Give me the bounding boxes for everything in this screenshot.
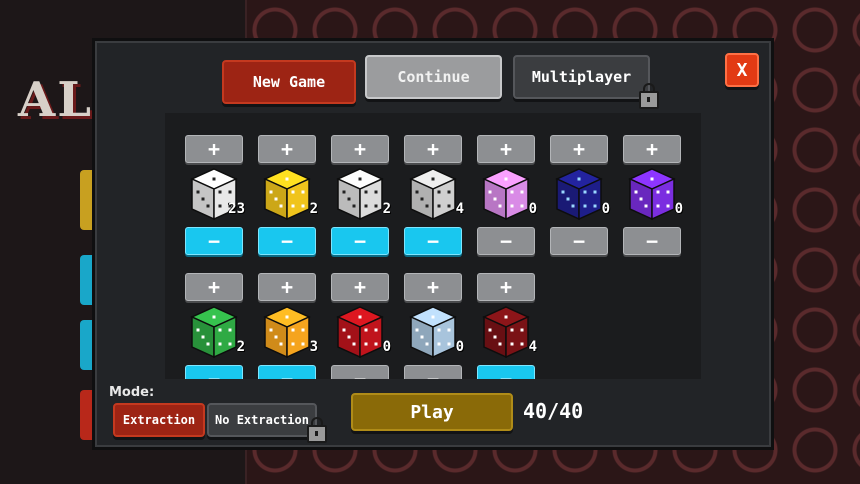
die-slot-purple-die: +0 − [623, 135, 683, 265]
remove-green-die-button[interactable]: − [185, 365, 243, 379]
multiplayer-button[interactable]: Multiplayer [513, 55, 650, 99]
die-slot-yellow-die: +2 − [258, 135, 318, 265]
remove-red-black-die-button[interactable]: − [331, 365, 389, 379]
pink-die-icon [482, 168, 530, 221]
add-dark-red-die-button[interactable]: + [477, 273, 535, 301]
green-die-icon [190, 306, 238, 359]
add-purple-die-button[interactable]: + [623, 135, 681, 163]
dice-selection-dialog: New Game Continue Multiplayer X +23− +2− +… [92, 38, 774, 450]
close-button[interactable]: X [725, 53, 759, 87]
remove-yellow-die-button[interactable]: − [258, 227, 316, 255]
die-slot-dark-red-die: +4 − [477, 273, 537, 379]
remove-galaxy-die-button[interactable]: − [550, 227, 608, 255]
die-slot-white-die: +23 − [185, 135, 245, 265]
remove-white-die-button[interactable]: − [185, 227, 243, 255]
die-count: 0 [674, 201, 683, 217]
galaxy-die-icon [555, 168, 603, 221]
white-d8-die-icon [336, 168, 384, 221]
die-count: 0 [455, 339, 464, 355]
die-slot-orange-die: +3 − [258, 273, 318, 379]
dark-red-die-icon [482, 306, 530, 359]
die-slot-light-blue-die: +0 − [404, 273, 464, 379]
add-galaxy-die-button[interactable]: + [550, 135, 608, 163]
play-button[interactable]: Play [351, 393, 513, 431]
die-slot-pink-die: +0 − [477, 135, 537, 265]
remove-white-d10-die-button[interactable]: − [404, 227, 462, 255]
die-slot-white-d8-die: +2 − [331, 135, 391, 265]
add-orange-die-button[interactable]: + [258, 273, 316, 301]
die-count: 2 [382, 201, 391, 217]
die-count: 3 [309, 339, 318, 355]
yellow-die-icon [263, 168, 311, 221]
dice-grid: +23− +2− +2− +4− +0− +0− +0− +2− +3− +0− +0− +4− [165, 113, 701, 379]
remove-orange-die-button[interactable]: − [258, 365, 316, 379]
add-white-d10-die-button[interactable]: + [404, 135, 462, 163]
white-d10-die-icon [409, 168, 457, 221]
remove-light-blue-die-button[interactable]: − [404, 365, 462, 379]
new-game-button[interactable]: New Game [222, 60, 356, 104]
add-white-d8-die-button[interactable]: + [331, 135, 389, 163]
die-slot-red-black-die: +0 − [331, 273, 391, 379]
orange-die-icon [263, 306, 311, 359]
extraction-button[interactable]: Extraction [113, 403, 205, 437]
die-count: 0 [382, 339, 391, 355]
die-count: 2 [236, 339, 245, 355]
add-red-black-die-button[interactable]: + [331, 273, 389, 301]
mode-label: Mode: [109, 385, 155, 400]
lock-icon [307, 417, 327, 443]
die-count: 0 [528, 201, 537, 217]
add-yellow-die-button[interactable]: + [258, 135, 316, 163]
die-count: 23 [228, 201, 245, 217]
add-white-die-button[interactable]: + [185, 135, 243, 163]
remove-dark-red-die-button[interactable]: − [477, 365, 535, 379]
light-blue-die-icon [409, 306, 457, 359]
background-game-title: AL [18, 72, 93, 128]
die-count: 2 [309, 201, 318, 217]
add-pink-die-button[interactable]: + [477, 135, 535, 163]
purple-die-icon [628, 168, 676, 221]
add-green-die-button[interactable]: + [185, 273, 243, 301]
lock-icon [639, 83, 659, 109]
remove-pink-die-button[interactable]: − [477, 227, 535, 255]
no-extraction-button[interactable]: No Extraction [207, 403, 317, 437]
remove-white-d8-die-button[interactable]: − [331, 227, 389, 255]
die-slot-galaxy-die: +0 − [550, 135, 610, 265]
remove-purple-die-button[interactable]: − [623, 227, 681, 255]
dice-capacity: 40/40 [523, 399, 584, 423]
die-count: 4 [528, 339, 537, 355]
die-count: 4 [455, 201, 464, 217]
die-count: 0 [601, 201, 610, 217]
die-slot-green-die: +2 − [185, 273, 245, 379]
continue-button[interactable]: Continue [365, 55, 502, 99]
die-slot-white-d10-die: +4 − [404, 135, 464, 265]
add-light-blue-die-button[interactable]: + [404, 273, 462, 301]
red-black-die-icon [336, 306, 384, 359]
